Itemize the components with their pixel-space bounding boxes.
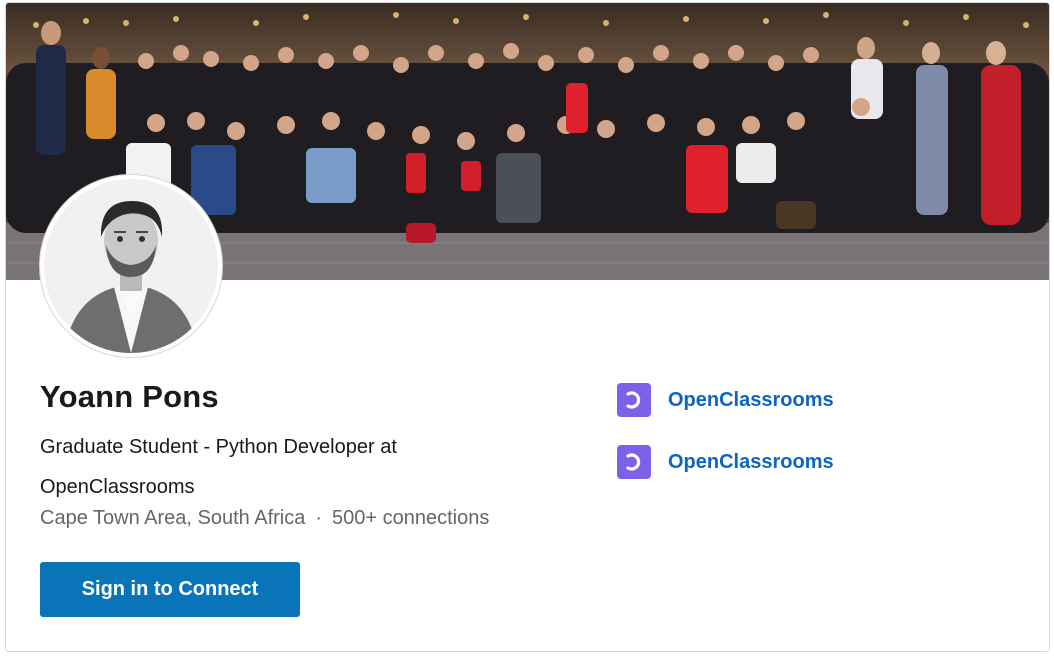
organization-link-current[interactable]: OpenClassrooms bbox=[668, 389, 834, 412]
organization-item-education[interactable]: OpenClassrooms bbox=[617, 445, 834, 479]
openclassrooms-logo-icon bbox=[617, 383, 651, 417]
profile-avatar bbox=[40, 175, 222, 357]
openclassrooms-logo-glyph bbox=[626, 453, 641, 471]
sign-in-to-connect-button[interactable]: Sign in to Connect bbox=[40, 562, 300, 617]
openclassrooms-logo-icon bbox=[617, 445, 651, 479]
organization-link-education[interactable]: OpenClassrooms bbox=[668, 451, 834, 474]
openclassrooms-logo-glyph bbox=[626, 391, 641, 409]
profile-headline: Graduate Student - Python Developer at O… bbox=[40, 436, 397, 498]
profile-photo bbox=[44, 179, 218, 353]
profile-name: Yoann Pons bbox=[40, 379, 219, 414]
connections-count: 500+ connections bbox=[332, 507, 490, 529]
meta-separator: · bbox=[315, 507, 323, 529]
location-text: Cape Town Area, South Africa bbox=[40, 507, 306, 529]
profile-card: Yoann Pons Graduate Student - Python Dev… bbox=[5, 2, 1050, 652]
profile-meta: Cape Town Area, South Africa · 500+ connec… bbox=[40, 507, 489, 530]
organization-item-current[interactable]: OpenClassrooms bbox=[617, 383, 834, 417]
